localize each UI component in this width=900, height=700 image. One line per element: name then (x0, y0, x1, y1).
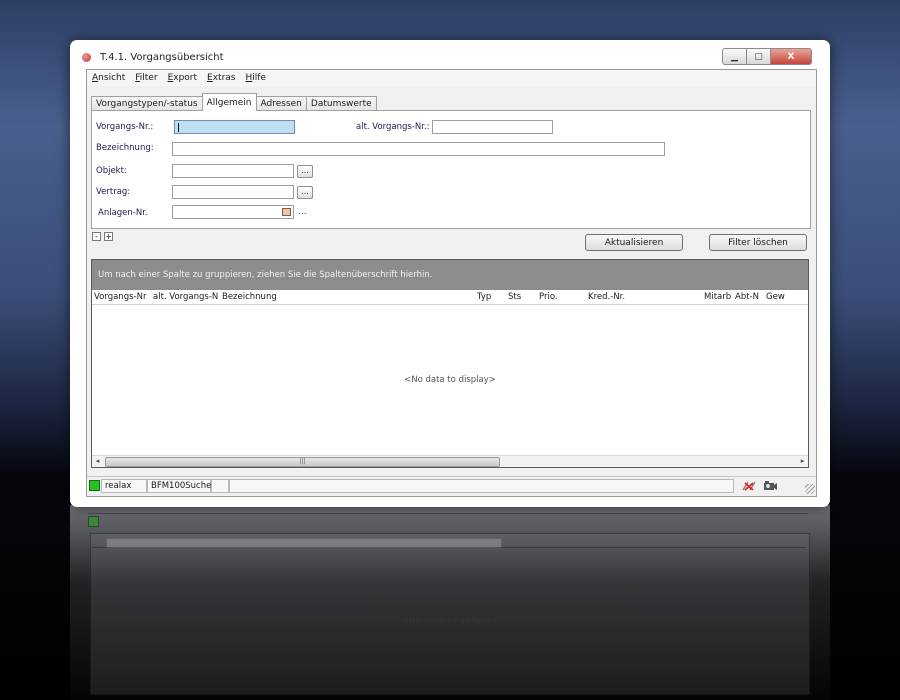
resize-grip[interactable] (805, 484, 815, 494)
menu-ansicht[interactable]: Ansicht (87, 73, 130, 83)
disconnect-icon[interactable] (741, 480, 757, 492)
menu-extras-label: xtras (212, 73, 236, 83)
tab-datumswerte[interactable]: Datumswerte (305, 96, 377, 111)
group-by-hint: Um nach einer Spalte zu gruppieren, zieh… (98, 270, 433, 280)
menu-filter-label: ilter (139, 73, 158, 83)
menu-export[interactable]: Export (163, 73, 202, 83)
menu-filter[interactable]: Filter (130, 73, 162, 83)
close-button[interactable]: X (771, 48, 812, 65)
anlagen-nr-input[interactable] (172, 205, 294, 219)
expand-button[interactable]: + (104, 232, 113, 241)
column-headers: Vorgangs-Nr alt. Vorgangs-N Bezeichnung … (92, 290, 808, 305)
column-header[interactable]: Mitarb (704, 292, 731, 302)
grip-icon: ||| (299, 458, 306, 465)
menu-export-label: xport (173, 73, 198, 83)
anlagen-nr-more[interactable]: ... (298, 207, 307, 217)
vorgangs-nr-input[interactable] (174, 120, 295, 134)
status-user: realax (101, 479, 147, 493)
column-header[interactable]: Sts (508, 292, 521, 302)
tab-strip: Vorgangstypen/-status Allgemein Adressen… (91, 93, 377, 111)
group-by-area[interactable]: Um nach einer Spalte zu gruppieren, zieh… (92, 260, 808, 290)
results-grid: Um nach einer Spalte zu gruppieren, zieh… (91, 259, 809, 468)
column-header[interactable]: Abt-N (735, 292, 759, 302)
column-header[interactable]: Typ (477, 292, 491, 302)
horizontal-scrollbar[interactable]: ◂ ||| ▸ (92, 455, 808, 467)
column-header[interactable]: Prio. (539, 292, 558, 302)
objekt-label: Objekt: (96, 166, 127, 176)
status-bar: realax BFM100Suche (87, 476, 816, 495)
app-icon (82, 53, 91, 62)
alt-vorgangs-nr-label: alt. Vorgangs-Nr.: (356, 122, 430, 132)
minimize-button[interactable]: ▁ (722, 48, 747, 65)
tab-adressen[interactable]: Adressen (255, 96, 307, 111)
clear-filter-button[interactable]: Filter löschen (709, 234, 807, 251)
client-area: Ansicht Filter Export Extras Hilfe Vorga… (86, 69, 817, 497)
vertrag-label: Vertrag: (96, 187, 131, 197)
reflection-scroll-thumb (106, 538, 502, 548)
reflection-status-square (88, 516, 99, 527)
maximize-button[interactable]: ▢ (747, 48, 771, 65)
column-header[interactable]: Bezeichnung (222, 292, 277, 302)
menu-hilfe[interactable]: Hilfe (240, 73, 271, 83)
menu-bar: Ansicht Filter Export Extras Hilfe (87, 70, 816, 86)
empty-grid-message: <No data to display> (404, 375, 496, 385)
menu-hilfe-label: ilfe (252, 73, 266, 83)
reflection-scrollbar (92, 537, 806, 548)
scroll-left-icon[interactable]: ◂ (92, 456, 103, 467)
reflection-grid (90, 533, 810, 695)
objekt-browse-button[interactable]: ... (297, 165, 313, 178)
status-message (229, 479, 734, 493)
title-bar[interactable]: T.4.1. Vorgangsübersicht ▁ ▢ X (70, 40, 830, 68)
menu-ansicht-label: nsicht (98, 73, 126, 83)
column-header[interactable]: Kred.-Nr. (588, 292, 625, 302)
bezeichnung-input[interactable] (172, 142, 665, 156)
camera-icon[interactable] (762, 480, 778, 492)
connection-status-indicator (89, 480, 100, 491)
tab-vorgangstypen[interactable]: Vorgangstypen/-status (91, 96, 203, 111)
app-window: T.4.1. Vorgangsübersicht ▁ ▢ X Ansicht F… (70, 40, 830, 507)
vertrag-input[interactable] (172, 185, 294, 199)
column-header[interactable]: Gew (766, 292, 785, 302)
objekt-input[interactable] (172, 164, 294, 178)
column-header[interactable]: alt. Vorgangs-N (153, 292, 218, 302)
refresh-button[interactable]: Aktualisieren (585, 234, 683, 251)
tab-allgemein[interactable]: Allgemein (201, 93, 257, 111)
alt-vorgangs-nr-input[interactable] (432, 120, 553, 134)
status-module: BFM100Suche (147, 479, 211, 493)
vertrag-browse-button[interactable]: ... (297, 186, 313, 199)
vorgangs-nr-label: Vorgangs-Nr.: (96, 122, 154, 132)
menu-extras[interactable]: Extras (202, 73, 240, 83)
text-caret (178, 123, 179, 132)
column-header[interactable]: Vorgangs-Nr (94, 292, 146, 302)
bezeichnung-label: Bezeichnung: (96, 143, 154, 153)
window-title: T.4.1. Vorgangsübersicht (100, 52, 224, 63)
scroll-thumb[interactable]: ||| (105, 457, 500, 467)
status-cell (211, 479, 229, 493)
reflection-empty-text: <No data to display> (401, 615, 499, 625)
lookup-icon[interactable] (282, 208, 291, 216)
anlagen-nr-label: Anlagen-Nr. (98, 208, 148, 218)
window-reflection: <No data to display> (70, 505, 830, 700)
scroll-right-icon[interactable]: ▸ (797, 456, 808, 467)
filter-panel: Vorgangs-Nr.: alt. Vorgangs-Nr.: Bezeich… (91, 110, 811, 229)
collapse-button[interactable]: - (92, 232, 101, 241)
window-controls: ▁ ▢ X (722, 48, 812, 65)
reflection-statusbar (88, 513, 808, 528)
